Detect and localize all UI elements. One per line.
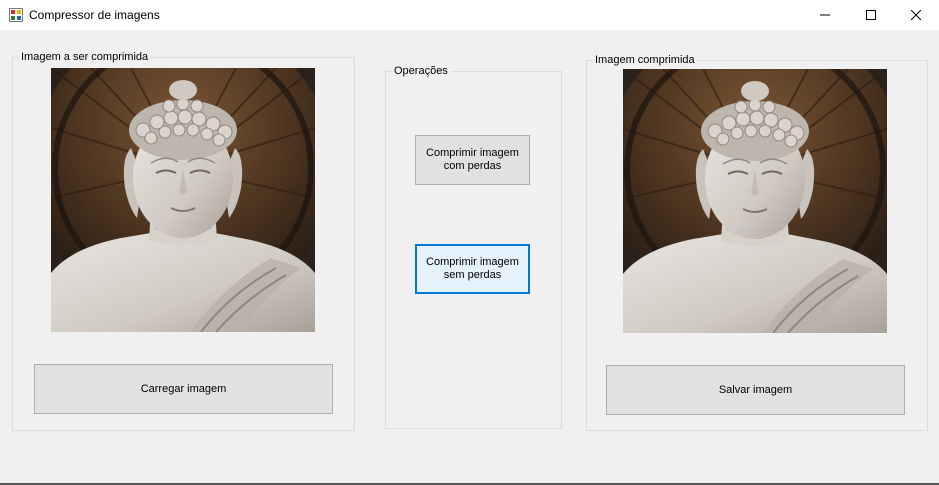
close-button[interactable] [893,0,939,30]
buddha-statue-image [623,69,887,333]
compress-lossless-button[interactable]: Comprimir imagem sem perdas [415,244,530,294]
title-bar[interactable]: Compressor de imagens [0,0,939,30]
operations-group-label: Operações [392,64,450,78]
save-image-button[interactable]: Salvar imagem [606,365,905,415]
compress-lossless-label-line2: sem perdas [443,269,502,281]
app-icon[interactable] [9,8,23,22]
close-icon [911,10,921,20]
compress-lossy-label-line2: com perdas [443,160,502,172]
compress-lossy-button[interactable]: Comprimir imagem com perdas [415,135,530,185]
minimize-button[interactable] [802,0,848,30]
source-image-group-label: Imagem a ser comprimida [19,50,151,64]
window-title: Compressor de imagens [29,8,160,22]
buddha-statue-image [51,68,315,332]
save-image-button-label: Salvar imagem [718,383,793,396]
load-image-button[interactable]: Carregar imagem [34,364,333,414]
minimize-icon [820,10,830,20]
source-picture [51,68,315,332]
compressed-image-group-label: Imagem comprimida [593,53,697,67]
maximize-button[interactable] [848,0,894,30]
maximize-icon [866,10,876,20]
compress-lossy-label-line1: Comprimir imagem [426,147,519,159]
compressed-picture [623,69,887,333]
load-image-button-label: Carregar imagem [140,382,227,395]
compress-lossless-label-line1: Comprimir imagem [426,256,519,268]
